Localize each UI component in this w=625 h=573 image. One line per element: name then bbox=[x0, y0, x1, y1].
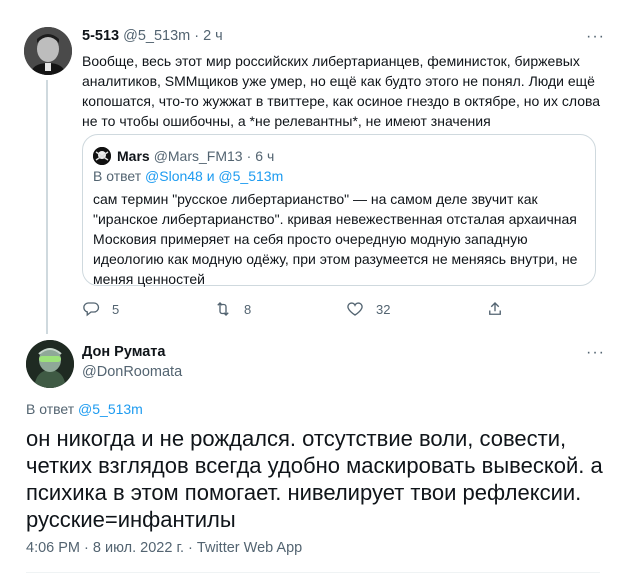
like-count: 32 bbox=[376, 301, 391, 317]
quoted-tweet-text: сам термин "русское либертарианство" — н… bbox=[93, 191, 578, 287]
parent-author-name[interactable]: 5-513 bbox=[82, 28, 119, 44]
parent-tweet[interactable]: 5-513 @5_513m · 2 ч ··· Вообще, весь этот м… bbox=[0, 0, 625, 336]
quoted-reply-context: В ответ @Slon48 и @5_513m bbox=[93, 168, 283, 184]
tweet-date[interactable]: 8 июл. 2022 г. bbox=[93, 540, 184, 556]
reply-prefix: В ответ bbox=[93, 168, 142, 184]
reply-button[interactable]: 5 bbox=[82, 300, 119, 318]
reply-prefix: В ответ bbox=[26, 401, 75, 417]
retweet-button[interactable]: 8 bbox=[214, 300, 251, 318]
quoted-author-handle: @Mars_FM13 bbox=[153, 148, 243, 164]
quoted-author-name: Mars bbox=[117, 148, 150, 164]
quoted-tweet-time: 6 ч bbox=[255, 148, 275, 164]
parent-author-avatar[interactable] bbox=[24, 27, 72, 75]
main-tweet-text: он никогда и не рождался. отсутствие вол… bbox=[26, 426, 603, 532]
parent-tweet-text: Вообще, весь этот мир российских либерта… bbox=[82, 53, 601, 129]
share-button[interactable] bbox=[486, 300, 504, 318]
reply-to-user-link[interactable]: @5_513m bbox=[78, 401, 143, 417]
parent-author-handle[interactable]: @5_513m bbox=[123, 28, 190, 44]
more-icon[interactable]: ··· bbox=[586, 28, 605, 46]
thread-connector-line bbox=[46, 80, 48, 334]
parent-tweet-time[interactable]: 2 ч bbox=[203, 28, 223, 44]
header-separator: · bbox=[246, 148, 252, 164]
focused-tweet: Дон Румата @DonRoomata ··· В ответ @5_51… bbox=[0, 336, 625, 573]
main-reply-context: В ответ @5_513m bbox=[26, 401, 143, 417]
quoted-tweet[interactable]: Mars @Mars_FM13 · 6 ч В ответ @Slon48 и @5_… bbox=[82, 134, 596, 287]
main-author-handle[interactable]: @DonRoomata bbox=[82, 364, 182, 380]
retweet-count: 8 bbox=[244, 301, 252, 317]
tweet-source[interactable]: Twitter Web App bbox=[197, 540, 302, 556]
parent-tweet-header: 5-513 @5_513m · 2 ч bbox=[82, 28, 223, 44]
header-separator: · bbox=[194, 28, 200, 44]
share-icon bbox=[489, 302, 501, 315]
like-button[interactable]: 32 bbox=[346, 300, 390, 318]
quoted-author-avatar bbox=[93, 147, 111, 165]
tweet-time[interactable]: 4:06 PM bbox=[26, 540, 80, 556]
retweet-icon bbox=[217, 302, 229, 316]
reply-count: 5 bbox=[112, 301, 120, 317]
tweet-timestamp-line: 4:06 PM · 8 июл. 2022 г. · Twitter Web A… bbox=[26, 540, 302, 556]
more-icon[interactable]: ··· bbox=[586, 344, 605, 362]
meta-separator: · bbox=[188, 540, 193, 556]
reply-to-users-link[interactable]: @Slon48 и @5_513m bbox=[145, 168, 283, 184]
meta-separator: · bbox=[84, 540, 89, 556]
reply-icon bbox=[83, 302, 100, 317]
main-author-avatar[interactable] bbox=[26, 340, 74, 388]
like-icon bbox=[347, 302, 363, 316]
quoted-tweet-header: Mars @Mars_FM13 · 6 ч bbox=[93, 147, 274, 165]
main-author-name[interactable]: Дон Румата bbox=[82, 344, 165, 360]
parent-tweet-actions: 5 8 32 bbox=[82, 300, 602, 320]
